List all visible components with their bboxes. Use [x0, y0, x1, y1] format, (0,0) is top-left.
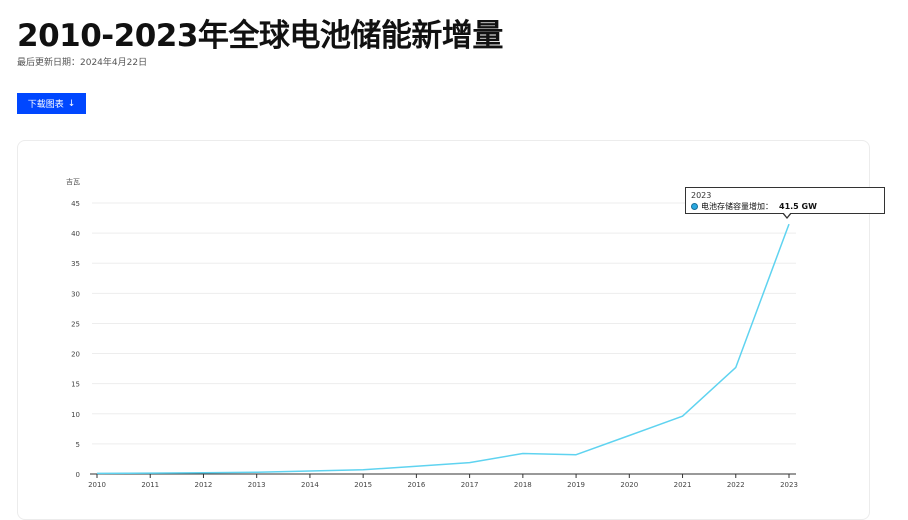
- x-tick-label: 2012: [195, 481, 213, 489]
- x-tick-label: 2020: [620, 481, 638, 489]
- y-tick-label: 5: [76, 441, 80, 449]
- y-tick-label: 10: [71, 411, 80, 419]
- x-tick-label: 2022: [727, 481, 745, 489]
- x-tick-label: 2015: [354, 481, 372, 489]
- y-axis-label: 吉瓦: [66, 178, 80, 186]
- x-tick-label: 2018: [514, 481, 532, 489]
- series-line: [96, 223, 790, 475]
- x-tick-label: 2023: [780, 481, 798, 489]
- tooltip-year: 2023: [691, 191, 712, 200]
- y-tick-label: 15: [71, 381, 80, 389]
- x-tick-label: 2017: [461, 481, 479, 489]
- tooltip-value: 41.5 GW: [779, 202, 817, 211]
- y-tick-label: 30: [71, 290, 80, 298]
- y-tick-label: 45: [71, 200, 80, 208]
- x-tick-label: 2010: [88, 481, 106, 489]
- tooltip-pointer: [782, 212, 792, 219]
- y-tick-label: 20: [71, 351, 80, 359]
- line-chart: 吉瓦 0 5 10 15 20 25 30 35 40 45 2010 2011 2012 2013 2014…: [66, 178, 798, 489]
- series-dot-icon: [691, 203, 698, 210]
- tooltip-label: 电池存储容量增加：: [701, 202, 773, 211]
- x-tick-label: 2019: [567, 481, 585, 489]
- y-tick-label: 35: [71, 260, 80, 268]
- x-tick-label: 2013: [248, 481, 266, 489]
- x-tick-label: 2011: [141, 481, 159, 489]
- x-tick-label: 2016: [407, 481, 425, 489]
- y-tick-label: 25: [71, 320, 80, 328]
- x-tick-label: 2014: [301, 481, 319, 489]
- y-tick-label: 0: [76, 471, 80, 479]
- x-tick-label: 2021: [674, 481, 692, 489]
- y-tick-label: 40: [71, 230, 80, 238]
- chart-tooltip: 2023 电池存储容量增加： 41.5 GW: [685, 187, 885, 214]
